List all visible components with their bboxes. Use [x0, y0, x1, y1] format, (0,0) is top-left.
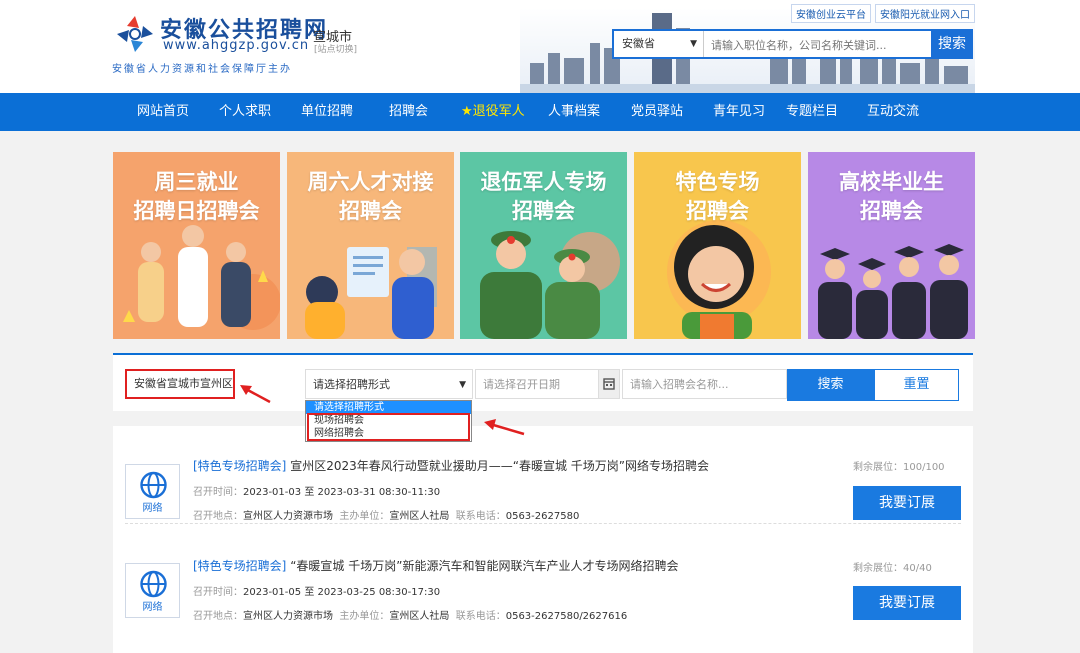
top-link-startup-cloud[interactable]: 安徽创业云平台 [791, 4, 871, 23]
nav-item-personnel-files[interactable]: 人事档案 [548, 93, 600, 131]
recruit-type-select-value: 请选择招聘形式 [313, 378, 390, 391]
fair-time: 召开时间：2023-01-05 至 2023-03-25 08:30-17:30 [193, 587, 441, 598]
badge-label: 网络 [142, 503, 163, 514]
nav-item-job-seeking[interactable]: 个人求职 [219, 93, 271, 131]
fair-title[interactable]: [特色专场招聘会] “春暖宣城 千场万岗”新能源汽车和智能网联汽车产业人才专场网… [193, 557, 678, 574]
nav-item-job-fairs[interactable]: 招聘会 [389, 93, 428, 131]
nav-item-interaction[interactable]: 互动交流 [867, 93, 919, 131]
annotation-arrow-icon [484, 419, 525, 436]
banner-veterans-fair[interactable]: 退伍军人专场 招聘会 [460, 152, 627, 339]
date-field[interactable]: 请选择召开日期 [475, 369, 620, 399]
list-item: 网络 [特色专场招聘会] 宣州区2023年春风行动暨就业援助月——“春暖宣城 千… [113, 426, 973, 524]
badge-label: 网络 [142, 602, 163, 613]
fair-details: 召开地点：宣州区人力资源市场 主办单位：宣州区人社局 联系电话：0563-262… [193, 511, 580, 522]
banner-title: 周三就业 招聘日招聘会 [133, 170, 260, 223]
date-placeholder: 请选择召开日期 [483, 378, 560, 391]
network-fair-badge: 网络 [125, 563, 180, 618]
list-item: 网络 [特色专场招聘会] “春暖宣城 千场万岗”新能源汽车和智能网联汽车产业人才… [113, 526, 973, 624]
logo-subtitle: 安徽省人力资源和社会保障厅主办 [112, 64, 292, 75]
province-select[interactable]: 安徽省 ▼ [614, 31, 704, 57]
remaining-booths: 剩余展位：100/100 [853, 462, 945, 473]
fair-name-input[interactable]: 请输入招聘会名称... [622, 369, 787, 399]
banner-saturday-fair[interactable]: 周六人才对接 招聘会 [287, 152, 454, 339]
nav-item-youth-internship[interactable]: 青年见习 [713, 93, 765, 131]
banner-title: 周六人才对接 招聘会 [307, 170, 434, 223]
banner-title: 高校毕业生 招聘会 [839, 170, 944, 223]
filter-search-button[interactable]: 搜索 [787, 369, 874, 401]
banner-special-fair[interactable]: 特色专场 招聘会 [634, 152, 801, 339]
logo-url: www.ahggzp.gov.cn [163, 38, 310, 53]
nav-item-company-recruiting[interactable]: 单位招聘 [301, 93, 353, 131]
fair-time: 召开时间：2023-01-03 至 2023-03-31 08:30-11:30 [193, 487, 441, 498]
recruit-type-select[interactable]: 请选择招聘形式 ▼ [305, 369, 473, 399]
job-fair-list: 网络 [特色专场招聘会] 宣州区2023年春风行动暨就业援助月——“春暖宣城 千… [113, 426, 973, 653]
remaining-booths: 剩余展位：40/40 [853, 563, 932, 574]
fair-tag: [特色专场招聘会] [193, 459, 287, 473]
row-divider [125, 523, 961, 524]
site-search-box: 安徽省 ▼ 搜索 [612, 29, 973, 59]
logo-icon[interactable] [115, 14, 155, 54]
region-field[interactable]: 安徽省宣城市宣州区 [125, 369, 235, 399]
banner-wednesday-fair[interactable]: 周三就业 招聘日招聘会 [113, 152, 280, 339]
nav-item-veterans[interactable]: ★退役军人 [461, 93, 525, 131]
site-header: 安徽公共招聘网 www.ahggzp.gov.cn 安徽省人力资源和社会保障厅主… [0, 0, 1080, 93]
book-booth-button[interactable]: 我要订展 [853, 586, 961, 620]
city-switch-link[interactable]: [站点切换] [314, 42, 357, 55]
filter-reset-button[interactable]: 重置 [874, 369, 959, 401]
annotation-highlight-box [307, 413, 470, 441]
top-links: 安徽创业云平台 安徽阳光就业网入口 [787, 4, 975, 23]
banner-graduates-fair[interactable]: 高校毕业生 招聘会 [808, 152, 975, 339]
chevron-down-icon: ▼ [690, 39, 697, 49]
book-booth-button[interactable]: 我要订展 [853, 486, 961, 520]
main-nav: 网站首页 个人求职 单位招聘 招聘会 ★退役军人 人事档案 党员驿站 青年见习 … [0, 93, 1080, 131]
fair-title-text: 宣州区2023年春风行动暨就业援助月——“春暖宣城 千场万岗”网络专场招聘会 [290, 459, 709, 473]
site-search-button[interactable]: 搜索 [931, 29, 973, 59]
annotation-arrow-icon [240, 385, 271, 404]
nav-item-party-station[interactable]: 党员驿站 [631, 93, 683, 131]
keyword-search-input[interactable] [709, 31, 933, 59]
nav-item-special-topics[interactable]: 专题栏目 [786, 93, 838, 131]
fair-title[interactable]: [特色专场招聘会] 宣州区2023年春风行动暨就业援助月——“春暖宣城 千场万岗… [193, 457, 709, 474]
top-link-sunshine-employment[interactable]: 安徽阳光就业网入口 [875, 4, 975, 23]
province-select-value: 安徽省 [622, 37, 655, 50]
calendar-icon[interactable] [598, 370, 619, 398]
fair-details: 召开地点：宣州区人力资源市场 主办单位：宣州区人社局 联系电话：0563-262… [193, 611, 628, 622]
fair-title-text: “春暖宣城 千场万岗”新能源汽车和智能网联汽车产业人才专场网络招聘会 [290, 559, 679, 573]
nav-item-home[interactable]: 网站首页 [137, 93, 189, 131]
network-fair-badge: 网络 [125, 464, 180, 519]
banner-title: 退伍军人专场 招聘会 [480, 170, 607, 223]
fair-tag: [特色专场招聘会] [193, 559, 287, 573]
banner-title: 特色专场 招聘会 [675, 170, 760, 223]
chevron-down-icon: ▼ [459, 380, 466, 390]
